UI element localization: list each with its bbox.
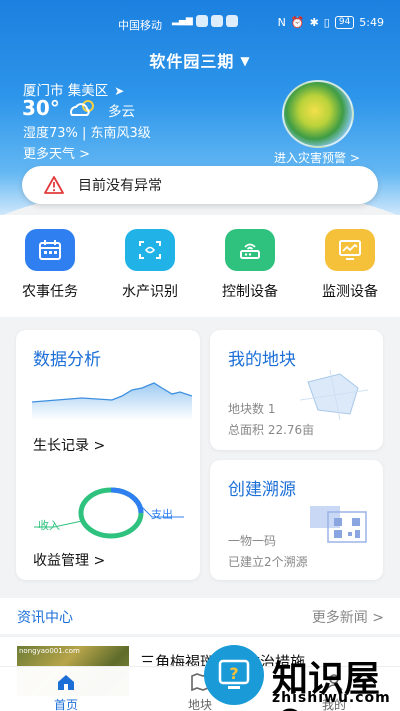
app-notification-icon xyxy=(195,15,208,27)
status-icons: ▂▄▆ xyxy=(172,15,238,27)
app-notification-icon xyxy=(210,15,223,27)
bluetooth-icon: ✱ xyxy=(309,16,319,29)
weather-details: 湿度73% | 东南风3级 xyxy=(23,126,151,141)
more-weather-link[interactable]: 更多天气 > xyxy=(23,143,90,162)
alert-bar[interactable]: 目前没有异常 xyxy=(22,166,378,204)
clock-label: 5:49 xyxy=(359,16,384,29)
news-center-header: 资讯中心 更多新闻 > xyxy=(0,598,400,634)
card-title: 数据分析 xyxy=(33,350,101,370)
plot-area: 总面积 22.76亩 xyxy=(228,423,315,437)
qr-code-icon xyxy=(310,506,367,543)
monitor-chart-icon xyxy=(325,229,375,271)
scan-icon xyxy=(125,229,175,271)
card-title: 创建溯源 xyxy=(228,480,296,500)
quick-action-label: 控制设备 xyxy=(222,284,278,300)
nfc-icon: N xyxy=(277,16,286,29)
quick-actions: 农事任务 水产识别 控制设备 监测设备 xyxy=(0,215,400,317)
help-monitor-icon: ? xyxy=(218,659,250,689)
location-selector[interactable]: 软件园三期 ▼ xyxy=(0,48,400,72)
caret-down-icon: ▼ xyxy=(240,54,251,68)
watermark-url: zhishiwu.com xyxy=(272,690,391,706)
quick-action-label: 水产识别 xyxy=(122,284,178,300)
plot-count: 地块数 1 xyxy=(228,402,276,416)
disaster-warning-link[interactable]: 进入灾害预警 > xyxy=(274,149,360,166)
alert-text: 目前没有异常 xyxy=(78,178,162,194)
thumbnail-caption: nongyao001.com xyxy=(19,647,80,655)
my-plots-card[interactable]: 我的地块 地块数 1 总面积 22.76亩 xyxy=(210,330,383,450)
income-label: 收入 xyxy=(38,519,60,532)
status-bar: 中国移动 ▂▄▆ N ⏰ ✱ ▯ 94 5:49 xyxy=(0,0,400,46)
income-management-link[interactable]: 收益管理 > xyxy=(33,550,105,570)
quick-action-aquatic-recognition[interactable]: 水产识别 xyxy=(108,229,192,301)
partly-cloudy-icon xyxy=(70,100,94,116)
navigation-arrow-icon: ➤ xyxy=(114,84,125,98)
vibrate-icon: ▯ xyxy=(323,16,330,29)
growth-records-link[interactable]: 生长记录 > xyxy=(33,435,105,455)
quick-action-label: 监测设备 xyxy=(322,284,378,300)
card-title: 我的地块 xyxy=(228,350,296,370)
router-icon xyxy=(225,229,275,271)
growth-trend-graphic xyxy=(32,382,192,420)
status-right: N ⏰ ✱ ▯ 94 5:49 xyxy=(278,16,384,29)
quick-action-monitoring-devices[interactable]: 监测设备 xyxy=(308,229,392,301)
quick-action-farm-tasks[interactable]: 农事任务 xyxy=(8,229,92,301)
watermark-logo: ? xyxy=(204,645,264,705)
more-news-link[interactable]: 更多新闻 > xyxy=(312,607,384,627)
location-label: 软件园三期 xyxy=(149,52,235,71)
data-analysis-card[interactable]: 数据分析 生长记录 > 收入 支出 收益管理 > xyxy=(16,330,200,580)
temperature: 30° xyxy=(22,96,60,120)
quick-action-control-devices[interactable]: 控制设备 xyxy=(208,229,292,301)
warning-icon xyxy=(44,176,64,194)
tab-home[interactable]: 首页 xyxy=(36,673,96,711)
app-notification-icon xyxy=(225,15,238,27)
home-icon xyxy=(58,675,74,690)
trace-line-2: 已建立2个溯源 xyxy=(228,555,308,569)
calendar-icon xyxy=(25,229,75,271)
svg-text:?: ? xyxy=(229,664,238,683)
weather-condition: 多云 xyxy=(108,104,135,120)
tab-label: 首页 xyxy=(53,698,78,711)
carrier-label: 中国移动 xyxy=(118,19,162,32)
expense-label: 支出 xyxy=(151,508,173,521)
news-center-title: 资讯中心 xyxy=(17,610,73,626)
trace-line-1: 一物一码 xyxy=(228,534,277,548)
quick-action-label: 农事任务 xyxy=(22,284,78,300)
create-traceability-card[interactable]: 创建溯源 一物一码 已建立2个溯源 xyxy=(210,460,383,580)
alarm-icon: ⏰ xyxy=(290,16,305,29)
plot-map-graphic xyxy=(300,370,368,420)
battery-icon: 94 xyxy=(334,16,355,29)
weather-radar-map[interactable] xyxy=(282,80,354,148)
signal-icon: ▂▄▆ xyxy=(172,16,193,26)
